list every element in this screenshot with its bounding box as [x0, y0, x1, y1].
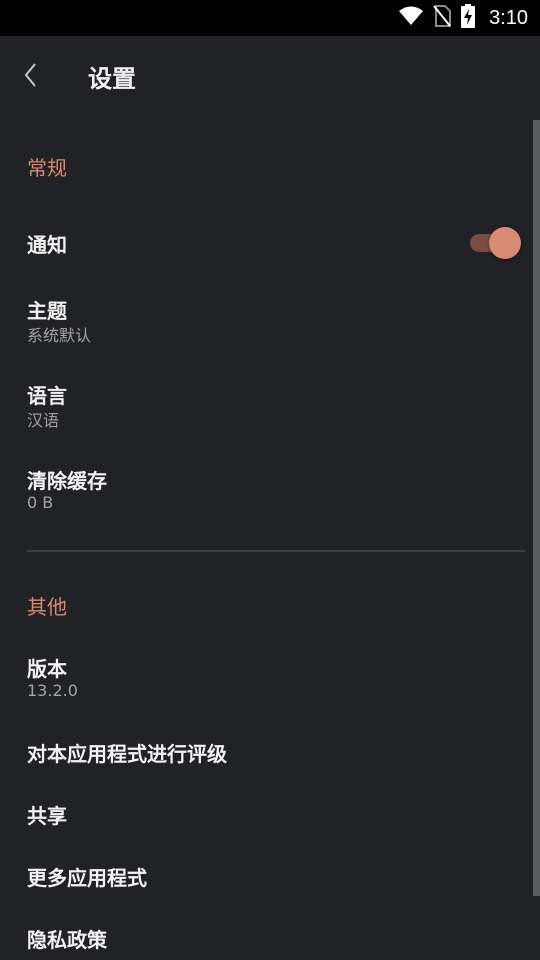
settings-item-share[interactable]	[0, 787, 532, 843]
toggle-thumb	[489, 227, 521, 259]
wifi-icon	[399, 6, 424, 30]
language-value: 汉语	[27, 411, 60, 430]
theme-title: 主题	[27, 299, 67, 323]
notifications-toggle[interactable]	[468, 226, 522, 260]
status-time: 3:10	[489, 6, 528, 29]
page-title: 设置	[88, 65, 136, 93]
section-header-general: 常规	[27, 156, 67, 180]
section-header-other: 其他	[27, 595, 67, 619]
version-value: 13.2.0	[27, 681, 78, 700]
more-apps-title: 更多应用程式	[27, 866, 147, 890]
chevron-left-icon	[23, 62, 39, 92]
status-bar: 3:10	[0, 0, 540, 36]
theme-value: 系统默认	[27, 326, 92, 345]
settings-item-language[interactable]	[0, 367, 532, 447]
language-title: 语言	[27, 384, 67, 408]
back-button[interactable]	[16, 62, 46, 92]
settings-item-version[interactable]	[0, 640, 532, 720]
privacy-policy-title: 隐私政策	[27, 928, 107, 952]
toolbar: 设置	[0, 36, 540, 120]
settings-item-notifications[interactable]	[0, 205, 532, 277]
version-title: 版本	[27, 657, 67, 681]
share-title: 共享	[27, 804, 67, 828]
rate-app-title: 对本应用程式进行评级	[27, 742, 227, 766]
section-divider	[27, 550, 525, 552]
status-icons: 3:10	[399, 0, 528, 36]
scrollbar[interactable]	[533, 120, 540, 896]
clear-cache-title: 清除缓存	[27, 469, 107, 493]
clear-cache-value: 0 B	[27, 493, 54, 512]
no-sim-icon	[433, 5, 452, 31]
battery-charging-icon	[461, 4, 476, 32]
notifications-title: 通知	[27, 233, 67, 257]
